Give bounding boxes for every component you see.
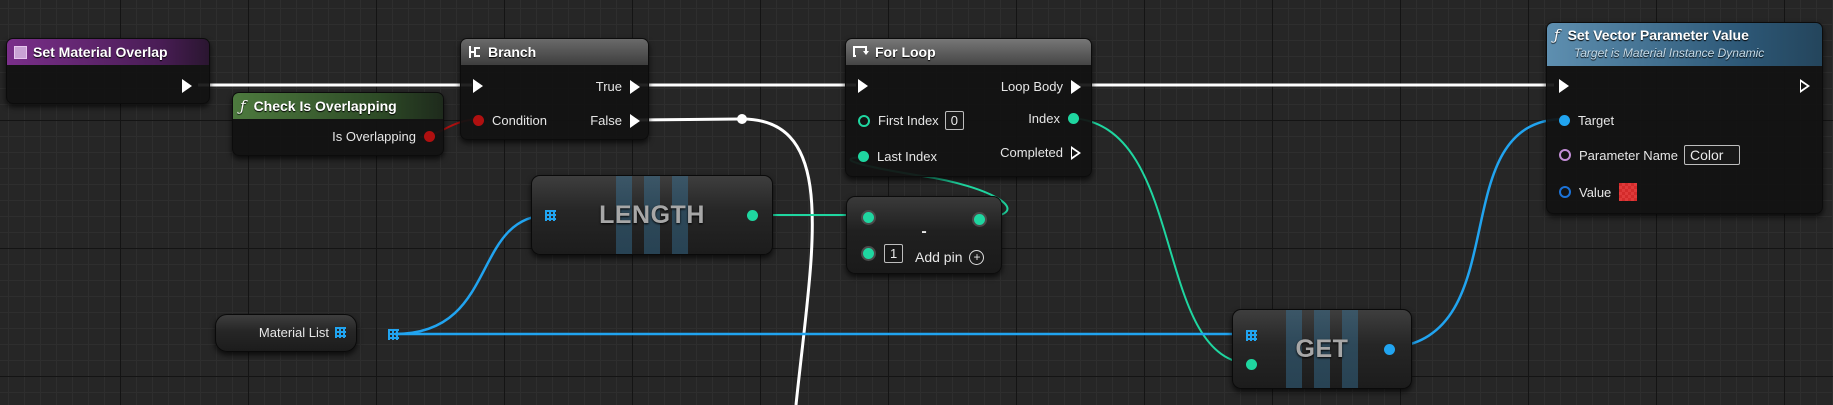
parameter-name-input[interactable]: Color xyxy=(1683,145,1740,165)
subtract-value-input[interactable]: 1 xyxy=(884,244,904,263)
node-header[interactable]: Set Material Overlap xyxy=(7,39,209,65)
int-pin-icon[interactable] xyxy=(1246,359,1257,370)
plus-circle-icon[interactable]: + xyxy=(969,249,985,265)
array-grid-icon[interactable] xyxy=(545,210,556,221)
output-pin-is-overlapping[interactable]: Is Overlapping xyxy=(332,129,435,144)
pin-label: Parameter Name xyxy=(1579,147,1678,163)
exec-pin-icon[interactable] xyxy=(630,113,640,128)
exec-out-false[interactable]: False xyxy=(590,113,640,128)
node-title: Set Vector Parameter Value xyxy=(1567,27,1749,43)
pin-label: Completed xyxy=(1000,145,1063,160)
exec-pin-icon[interactable] xyxy=(1800,79,1810,93)
pin-label: Value xyxy=(1579,184,1612,200)
array-grid-icon[interactable] xyxy=(335,327,346,338)
exec-pin-icon[interactable] xyxy=(630,79,640,94)
pin-label: True xyxy=(595,79,622,94)
input-pin-parameter-name[interactable]: Parameter Name Color xyxy=(1559,145,1740,165)
input-pin-condition[interactable]: Condition xyxy=(473,113,547,128)
pin-label: Last Index xyxy=(877,149,937,164)
int-pin-icon[interactable] xyxy=(1068,113,1079,124)
loop-icon xyxy=(853,46,869,57)
variable-output[interactable]: Material List xyxy=(259,325,346,340)
exec-out-pin[interactable] xyxy=(182,79,192,93)
node-subtract[interactable]: - 1 Add pin + xyxy=(846,196,1002,274)
node-header[interactable]: Branch xyxy=(461,39,648,65)
node-length[interactable]: LENGTH xyxy=(531,175,773,255)
pin-label: Is Overlapping xyxy=(332,129,416,144)
exec-out-loop-body[interactable]: Loop Body xyxy=(1001,79,1081,94)
input-pin-last-index[interactable]: Last Index xyxy=(858,149,937,164)
pin-label: Loop Body xyxy=(1000,79,1063,94)
node-title: LENGTH xyxy=(532,176,772,254)
node-check-is-overlapping[interactable]: ƒ Check Is Overlapping Is Overlapping xyxy=(232,92,444,156)
event-square-icon xyxy=(14,45,27,59)
node-header[interactable]: ƒ Check Is Overlapping xyxy=(233,93,443,119)
pin-label: Index xyxy=(1028,111,1060,126)
node-header[interactable]: For Loop xyxy=(846,39,1091,65)
node-for-loop[interactable]: For Loop Loop Body First Index 0 Index L… xyxy=(845,38,1092,177)
first-index-input[interactable]: 0 xyxy=(944,111,964,130)
exec-pin-icon[interactable] xyxy=(182,79,192,93)
bool-pin-icon[interactable] xyxy=(473,115,484,126)
output-pin-index[interactable]: Index xyxy=(1028,111,1079,126)
variable-label: Material List xyxy=(258,325,329,340)
node-title: Check Is Overlapping xyxy=(253,98,397,114)
int-pin-icon[interactable] xyxy=(858,114,870,127)
pin-label: Condition xyxy=(492,113,547,128)
exec-pin-icon[interactable] xyxy=(1071,79,1081,94)
input-pin-value[interactable]: Value xyxy=(1559,183,1638,201)
exec-pin-icon[interactable] xyxy=(858,79,868,93)
add-pin-button[interactable]: Add pin + xyxy=(915,249,985,265)
object-pin-icon[interactable] xyxy=(1559,115,1570,126)
exec-in-pin[interactable] xyxy=(473,79,483,93)
int-wire-index-to-get xyxy=(1067,117,1253,365)
color-swatch[interactable] xyxy=(1619,183,1638,201)
node-get[interactable]: GET xyxy=(1232,309,1412,389)
bool-pin-icon[interactable] xyxy=(424,131,435,142)
exec-out-pin[interactable] xyxy=(1800,79,1810,93)
node-title: Set Material Overlap xyxy=(33,44,168,60)
exec-reroute-knot xyxy=(737,114,747,124)
array-grid-icon[interactable] xyxy=(1246,330,1257,341)
exec-pin-icon[interactable] xyxy=(473,79,483,93)
exec-out-true[interactable]: True xyxy=(596,79,640,94)
int-pin-icon[interactable] xyxy=(972,212,987,227)
input-pin-first-index[interactable]: First Index 0 xyxy=(858,111,964,130)
int-pin-icon[interactable] xyxy=(858,151,869,162)
node-title: For Loop xyxy=(875,44,936,60)
struct-pin-icon[interactable] xyxy=(1559,186,1571,198)
pin-label: First Index xyxy=(878,113,939,128)
node-title: Branch xyxy=(488,44,537,60)
object-wire-get-to-target xyxy=(1387,117,1565,350)
object-pin-icon[interactable] xyxy=(1384,344,1395,355)
node-set-vector-parameter-value[interactable]: ƒ Set Vector Parameter Value Target is Ma… xyxy=(1546,22,1823,214)
array-wire-list-to-length xyxy=(394,213,551,336)
node-branch[interactable]: Branch True Condition False xyxy=(460,38,649,140)
node-subtitle: Target is Material Instance Dynamic xyxy=(1574,46,1765,60)
function-icon: ƒ xyxy=(240,97,246,115)
pin-label: Add pin xyxy=(915,249,963,265)
exec-in-pin[interactable] xyxy=(1559,79,1569,93)
exec-pin-icon[interactable] xyxy=(1071,145,1081,160)
node-material-list[interactable]: Material List xyxy=(215,314,357,352)
branch-icon xyxy=(469,46,480,58)
name-pin-icon[interactable] xyxy=(1559,149,1571,161)
exec-wire-branch-false xyxy=(634,117,814,405)
pin-label: False xyxy=(590,113,622,128)
int-pin-icon[interactable] xyxy=(747,210,758,221)
array-reroute-icon[interactable] xyxy=(388,329,399,340)
int-pin-icon[interactable] xyxy=(861,210,876,225)
int-pin-icon[interactable] xyxy=(861,246,876,261)
node-set-material-overlap[interactable]: Set Material Overlap xyxy=(6,38,210,104)
node-header[interactable]: ƒ Set Vector Parameter Value Target is Ma… xyxy=(1547,23,1822,66)
function-icon: ƒ xyxy=(1554,26,1560,44)
pin-label: Target xyxy=(1578,113,1615,128)
exec-out-completed[interactable]: Completed xyxy=(1000,145,1081,160)
input-pin-b[interactable]: 1 xyxy=(861,244,904,263)
exec-pin-icon[interactable] xyxy=(1559,79,1569,93)
input-pin-target[interactable]: Target xyxy=(1559,113,1614,128)
exec-in-pin[interactable] xyxy=(858,79,868,93)
